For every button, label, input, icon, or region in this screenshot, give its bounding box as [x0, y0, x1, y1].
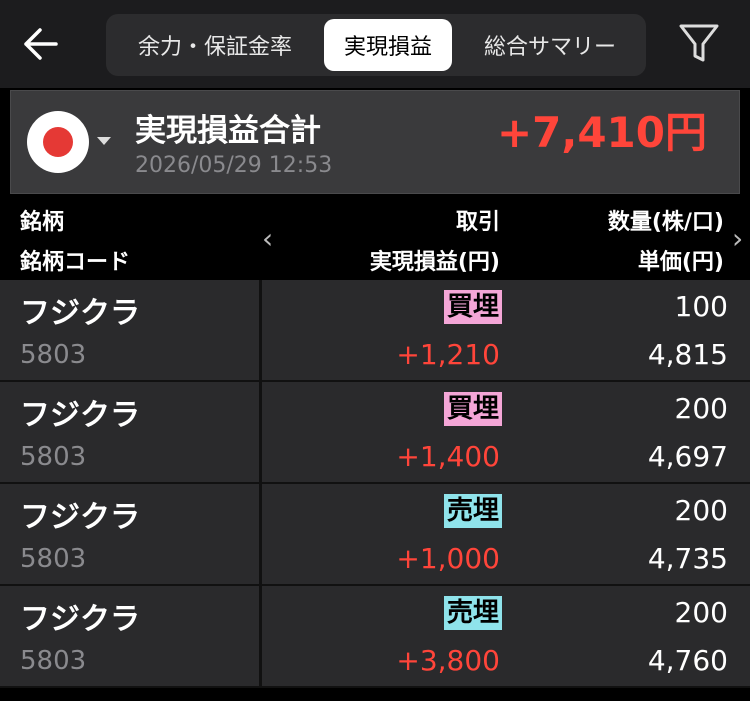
trade-type-badge: 売埋: [443, 596, 502, 630]
header-realized-pl: 実現損益(円): [369, 250, 500, 275]
chevron-left-icon[interactable]: ‹: [262, 222, 273, 255]
stock-name: フジクラ: [20, 296, 140, 331]
table-row[interactable]: フジクラ 5803 売埋 +3,800 200 4,760: [0, 586, 750, 688]
table-row[interactable]: フジクラ 5803 売埋 +1,000 200 4,735: [0, 484, 750, 586]
stock-code: 5803: [20, 544, 87, 574]
realized-pl-value: +1,400: [396, 440, 500, 473]
quantity-value: 100: [674, 290, 728, 323]
column-divider: [259, 484, 262, 584]
realized-pl-value: +1,000: [396, 542, 500, 575]
table-row[interactable]: フジクラ 5803 買埋 +1,210 100 4,815: [0, 280, 750, 382]
tab-realized-pl[interactable]: 実現損益: [324, 19, 452, 71]
stock-code: 5803: [20, 442, 87, 472]
stock-code: 5803: [20, 340, 87, 370]
unit-price-value: 4,760: [647, 644, 728, 677]
stock-code: 5803: [20, 646, 87, 676]
column-divider: [259, 586, 262, 686]
realized-pl-summary-card: 実現損益合計 2026/05/29 12:53 +7,410円: [10, 90, 740, 194]
chevron-down-icon[interactable]: [97, 137, 111, 145]
quantity-value: 200: [674, 494, 728, 527]
header-unit-price: 単価(円): [637, 250, 724, 275]
trade-type-badge: 買埋: [443, 290, 502, 324]
top-bar: 余力・保証金率 実現損益 総合サマリー: [0, 0, 750, 88]
summary-total-value: +7,410円: [496, 108, 707, 157]
unit-price-value: 4,735: [647, 542, 728, 575]
back-arrow-icon[interactable]: [18, 22, 62, 66]
realized-pl-value: +3,800: [396, 644, 500, 677]
column-divider: [259, 382, 262, 482]
header-stock-code: 銘柄コード: [20, 250, 131, 275]
table-header: 銘柄 銘柄コード ‹ 取引 実現損益(円) 数量(株/口) 単価(円) ›: [0, 198, 750, 280]
unit-price-value: 4,697: [647, 440, 728, 473]
tab-overall-summary[interactable]: 総合サマリー: [460, 19, 640, 71]
trade-type-badge: 売埋: [443, 494, 502, 528]
stock-name: フジクラ: [20, 398, 140, 433]
header-trade: 取引: [455, 210, 500, 235]
column-divider: [259, 280, 262, 380]
quantity-value: 200: [674, 392, 728, 425]
header-stock: 銘柄: [20, 210, 65, 235]
realized-pl-value: +1,210: [396, 338, 500, 371]
stock-name: フジクラ: [20, 500, 140, 535]
trade-type-badge: 買埋: [443, 392, 502, 426]
header-quantity: 数量(株/口): [607, 210, 724, 235]
summary-title: 実現損益合計: [135, 113, 321, 149]
quantity-value: 200: [674, 596, 728, 629]
filter-icon[interactable]: [676, 20, 722, 66]
chevron-right-icon[interactable]: ›: [732, 222, 743, 255]
unit-price-value: 4,815: [647, 338, 728, 371]
table-row[interactable]: フジクラ 5803 買埋 +1,400 200 4,697: [0, 382, 750, 484]
japan-flag-icon[interactable]: [27, 111, 89, 173]
stock-name: フジクラ: [20, 602, 140, 637]
tab-margin-ratio[interactable]: 余力・保証金率: [112, 19, 318, 71]
summary-timestamp: 2026/05/29 12:53: [135, 153, 333, 178]
segmented-tab-control: 余力・保証金率 実現損益 総合サマリー: [106, 14, 646, 76]
